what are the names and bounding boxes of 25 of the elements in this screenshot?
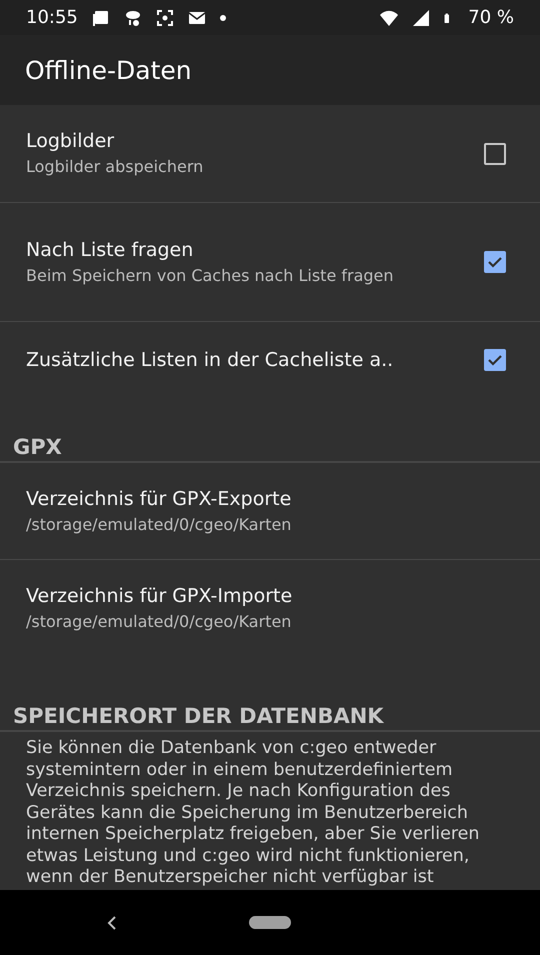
setting-summary: Beim Speichern von Caches nach Liste fragen	[26, 264, 395, 286]
description-text: Sie können die Datenbank von c:geo entweder systemintern oder in einem benutzerdefiniertem Verzeichnis speichern. Je nach Konfiguration des Gerätes kann die Speicherung im Benutzerbereich internen Speicherplatz freigeben, aber Sie verlieren etwas Leistung und c:geo wird nicht funktionieren, wenn der Benutzerspeicher nicht verfügbar ist	[25, 738, 481, 888]
battery-percent: 70 %	[468, 7, 514, 28]
checkmark-icon	[487, 254, 503, 270]
signal-icon	[412, 8, 430, 26]
setting-title: Zusätzliche Listen in der Cacheliste a..	[26, 348, 394, 370]
setting-summary: /storage/emulated/0/cgeo/Karten	[26, 514, 292, 534]
checkbox[interactable]	[484, 142, 506, 164]
home-handle[interactable]	[249, 916, 291, 929]
section-header: GPX	[13, 435, 62, 459]
checkbox[interactable]	[484, 251, 506, 273]
setting-title[interactable]: Verzeichnis für GPX-Importe	[26, 584, 444, 606]
section-header: SPEICHERORT DER DATENBANK	[13, 704, 384, 728]
wifi-icon	[378, 8, 398, 26]
setting-summary: /storage/emulated/0/cgeo/Karten	[26, 610, 292, 632]
dot-icon	[220, 14, 226, 20]
checkbox[interactable]	[484, 348, 506, 370]
setting-title[interactable]: Verzeichnis für GPX-Exporte	[26, 488, 444, 510]
scan-icon	[156, 8, 174, 26]
screen-title: Offline-Daten	[25, 56, 192, 84]
back-icon[interactable]	[106, 915, 118, 931]
setting-title: Logbilder	[26, 130, 116, 152]
setting-title: Nach Liste fragen	[26, 238, 194, 260]
status-time: 10:55	[26, 7, 78, 28]
setting-summary: Logbilder abspeichern	[26, 156, 204, 177]
